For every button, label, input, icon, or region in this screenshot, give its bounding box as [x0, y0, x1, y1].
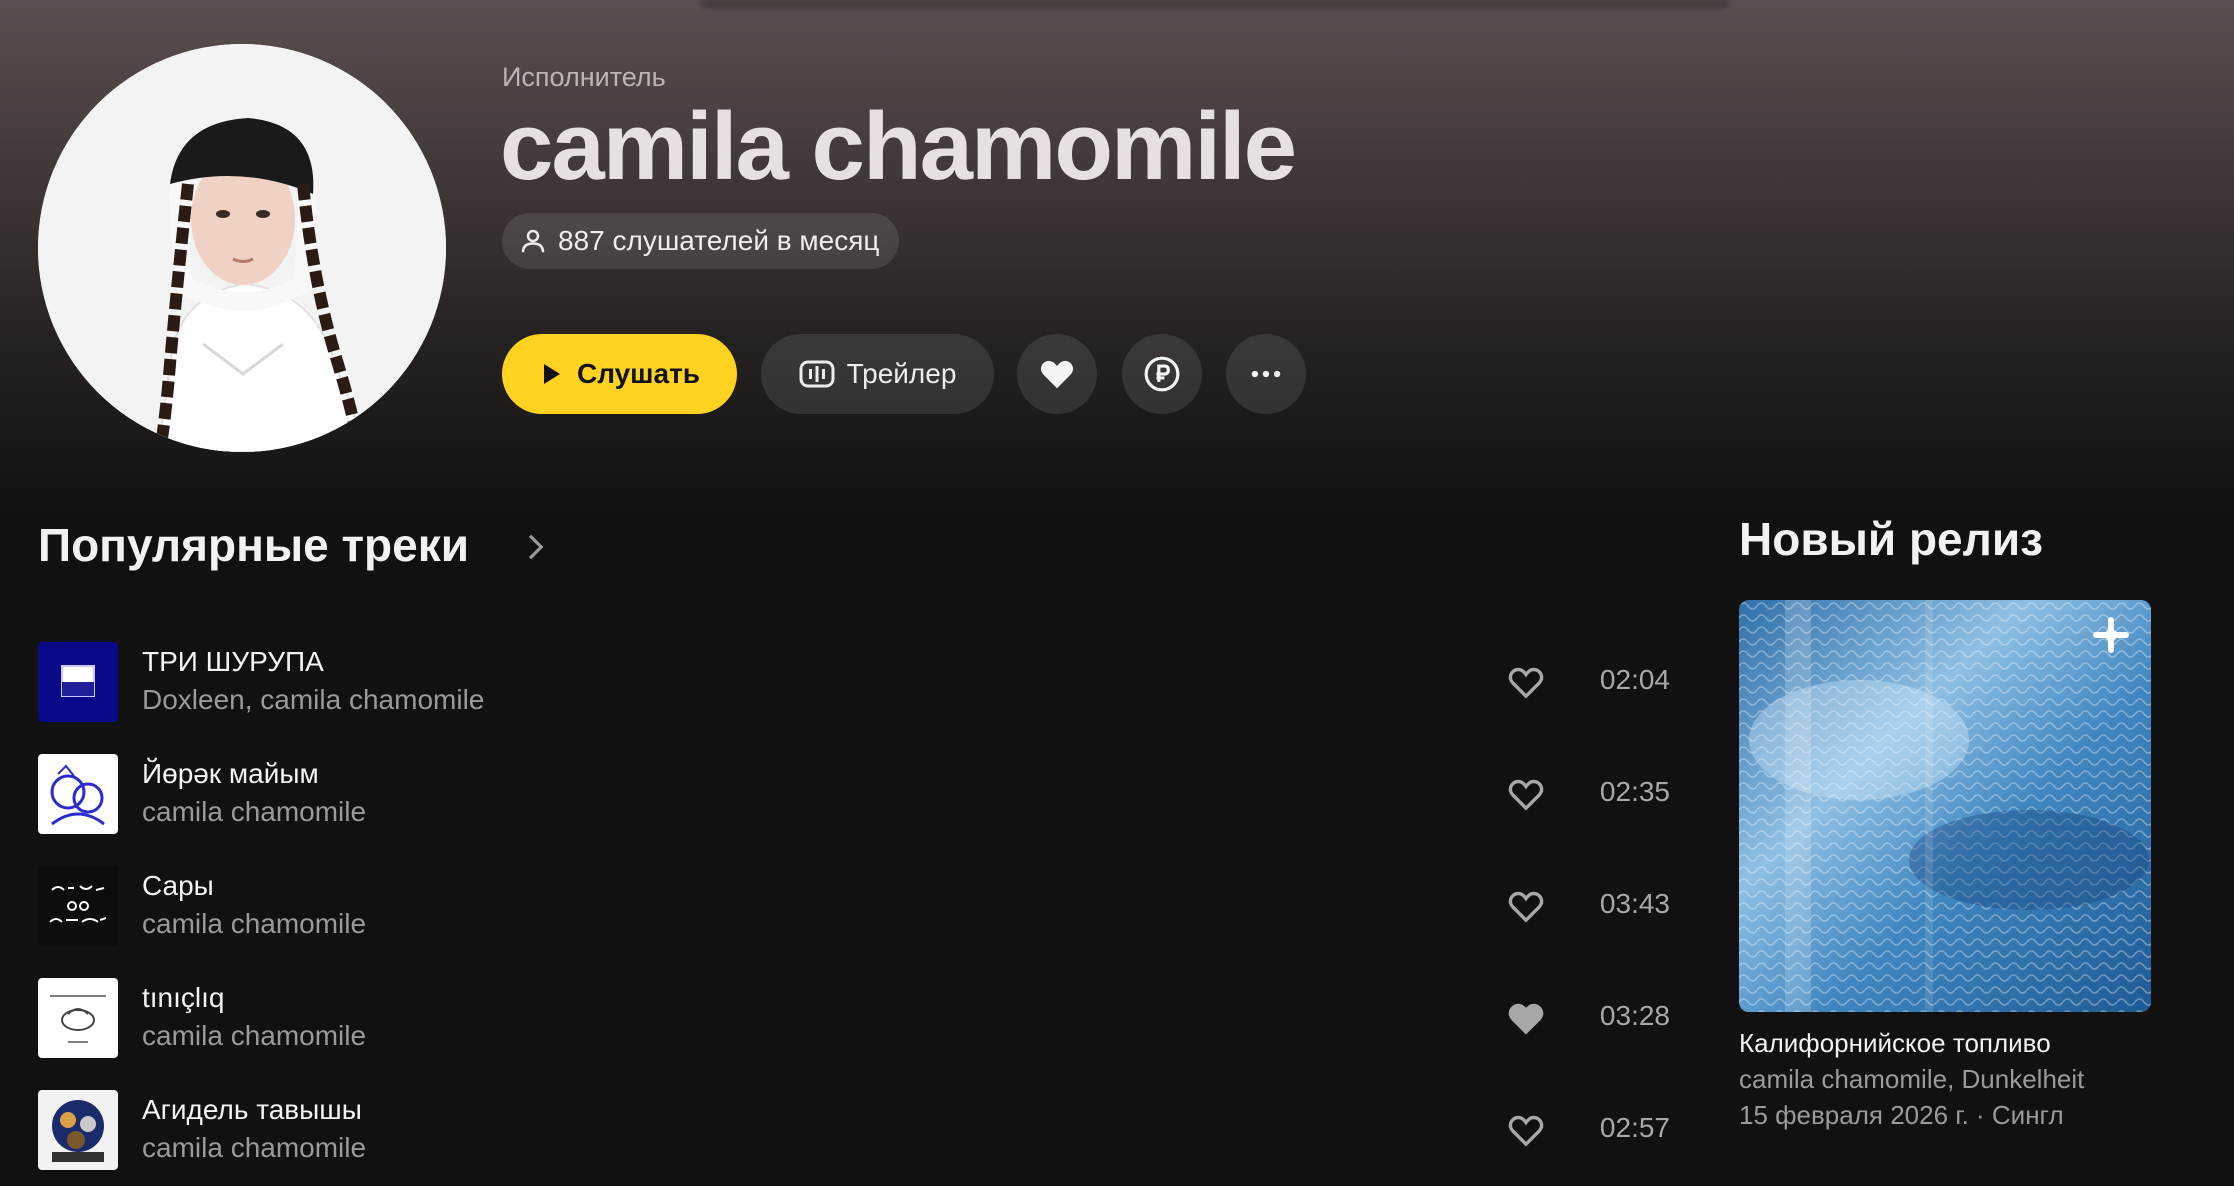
new-release-title: Новый релиз: [1739, 513, 2043, 565]
listen-button-label: Слушать: [576, 358, 701, 389]
heart-outline-icon[interactable]: [1506, 662, 1546, 702]
track-cover: [38, 1090, 118, 1170]
track-duration: 02:57: [1599, 1112, 1670, 1143]
track-duration: 03:28: [1599, 1000, 1670, 1031]
track-row[interactable]: Агидель тавышы camila chamomile 02:57: [38, 1074, 1678, 1186]
play-icon: [543, 364, 560, 384]
heart-icon: [1040, 360, 1074, 389]
track-title[interactable]: tınıçlıq: [142, 980, 366, 1016]
heart-filled-icon[interactable]: [1506, 998, 1546, 1038]
monthly-listeners-text: 887 слушателей в месяц: [558, 225, 880, 256]
popular-tracks-title[interactable]: Популярные треки: [38, 518, 469, 572]
release-cover[interactable]: [1739, 600, 2151, 1012]
heart-outline-icon[interactable]: [1506, 886, 1546, 926]
track-row[interactable]: ТРИ ШУРУПА Doxleen, camila chamomile 02:…: [38, 626, 1678, 738]
artist-avatar: [38, 44, 446, 452]
track-cover: [38, 978, 118, 1058]
track-title[interactable]: Сары: [142, 868, 366, 904]
artist-type-label: Исполнитель: [502, 62, 666, 92]
track-row[interactable]: Йөрәк майым camila chamomile 02:35: [38, 738, 1678, 850]
release-artists[interactable]: camila chamomile, Dunkelheit: [1739, 1064, 2084, 1095]
track-cover: [38, 754, 118, 834]
track-artists[interactable]: camila chamomile: [142, 792, 366, 832]
track-duration: 03:43: [1599, 888, 1670, 919]
like-artist-button[interactable]: [1017, 334, 1097, 414]
track-artists[interactable]: camila chamomile: [142, 1016, 366, 1056]
track-duration: 02:04: [1599, 664, 1670, 695]
track-artists[interactable]: camila chamomile: [142, 1128, 366, 1168]
heart-outline-icon[interactable]: [1506, 774, 1546, 814]
track-row[interactable]: tınıçlıq camila chamomile 03:28: [38, 962, 1678, 1074]
donate-button[interactable]: [1122, 334, 1202, 414]
trailer-button-label: Трейлер: [846, 358, 957, 389]
more-dots-icon: [1251, 370, 1281, 378]
top-bar-shadow: [700, 0, 1730, 8]
track-artists[interactable]: camila chamomile: [142, 904, 366, 944]
trailer-waveform-icon: [799, 360, 835, 388]
person-icon: [521, 229, 545, 253]
ruble-coin-icon: [1144, 356, 1180, 392]
release-date-type: 15 февраля 2026 г. · Сингл: [1739, 1100, 2064, 1130]
track-duration: 02:35: [1599, 776, 1670, 807]
track-title[interactable]: ТРИ ШУРУПА: [142, 644, 484, 680]
release-title[interactable]: Калифорнийское топливо: [1739, 1028, 2051, 1059]
heart-outline-icon[interactable]: [1506, 1110, 1546, 1150]
track-cover: [38, 866, 118, 946]
track-row[interactable]: Сары camila chamomile 03:43: [38, 850, 1678, 962]
listen-button[interactable]: Слушать: [502, 334, 737, 414]
track-cover: [38, 642, 118, 722]
chevron-right-icon[interactable]: [520, 532, 550, 562]
track-artists[interactable]: Doxleen, camila chamomile: [142, 680, 484, 720]
trailer-button[interactable]: Трейлер: [761, 334, 994, 414]
more-options-button[interactable]: [1226, 334, 1306, 414]
monthly-listeners-badge: 887 слушателей в месяц: [502, 213, 900, 269]
popular-tracks-list: ТРИ ШУРУПА Doxleen, camila chamomile 02:…: [38, 626, 1678, 1186]
track-title[interactable]: Йөрәк майым: [142, 756, 366, 792]
artist-name: camila chamomile: [500, 93, 1297, 200]
track-title[interactable]: Агидель тавышы: [142, 1092, 366, 1128]
